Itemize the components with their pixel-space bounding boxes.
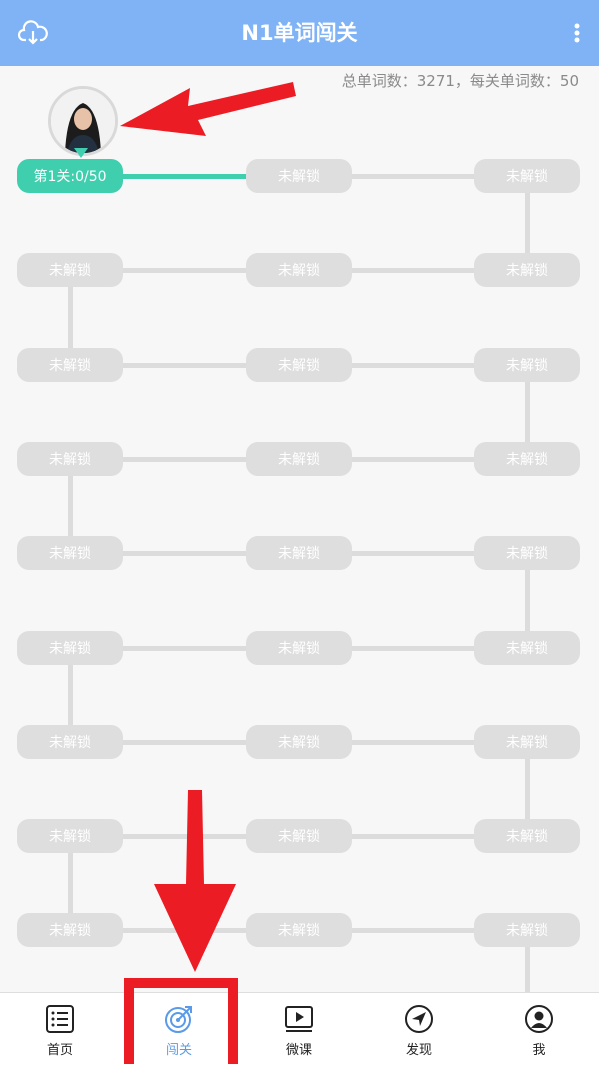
level-locked[interactable]: 未解锁 <box>17 913 123 947</box>
level-locked[interactable]: 未解锁 <box>474 442 580 476</box>
level-current[interactable]: 第1关:0/50 <box>17 159 123 193</box>
path-connector <box>123 646 246 651</box>
level-locked[interactable]: 未解锁 <box>474 536 580 570</box>
nav-home[interactable]: 首页 <box>0 993 120 1065</box>
level-locked[interactable]: 未解锁 <box>474 725 580 759</box>
path-connector <box>352 268 474 273</box>
level-locked[interactable]: 未解锁 <box>474 819 580 853</box>
path-connector <box>68 853 73 913</box>
nav-label: 发现 <box>405 1043 432 1058</box>
path-connector <box>68 476 73 536</box>
level-locked[interactable]: 未解锁 <box>474 253 580 287</box>
path-connector <box>123 363 246 368</box>
user-photo <box>51 89 115 153</box>
path-connector <box>352 363 474 368</box>
avatar-pointer <box>74 148 88 158</box>
level-locked[interactable]: 未解锁 <box>17 348 123 382</box>
user-icon <box>525 1005 553 1033</box>
path-connector <box>525 570 530 631</box>
path-connector <box>352 646 474 651</box>
path-connector <box>123 740 246 745</box>
path-connector <box>68 287 73 348</box>
level-locked[interactable]: 未解锁 <box>246 536 352 570</box>
path-connector <box>525 193 530 253</box>
nav-label: 我 <box>532 1043 546 1058</box>
level-locked[interactable]: 未解锁 <box>246 348 352 382</box>
level-locked[interactable]: 未解锁 <box>246 631 352 665</box>
nav-me[interactable]: 我 <box>479 993 599 1065</box>
path-connector <box>352 928 474 933</box>
path-connector <box>352 740 474 745</box>
path-connector <box>123 551 246 556</box>
path-connector <box>525 759 530 819</box>
level-locked[interactable]: 未解锁 <box>17 631 123 665</box>
level-locked[interactable]: 未解锁 <box>17 536 123 570</box>
list-icon <box>46 1005 74 1033</box>
level-locked[interactable]: 未解锁 <box>17 442 123 476</box>
path-connector <box>525 382 530 442</box>
path-connector <box>352 174 474 179</box>
level-locked[interactable]: 未解锁 <box>474 159 580 193</box>
avatar[interactable] <box>48 86 118 156</box>
annotation-arrow-avatar <box>120 82 296 136</box>
nav-discover[interactable]: 发现 <box>359 993 479 1065</box>
level-locked[interactable]: 未解锁 <box>17 253 123 287</box>
nav-micro-course[interactable]: 微课 <box>239 993 359 1065</box>
level-locked[interactable]: 未解锁 <box>246 725 352 759</box>
path-connector <box>123 268 246 273</box>
path-connector <box>123 174 246 179</box>
level-locked[interactable]: 未解锁 <box>246 819 352 853</box>
level-locked[interactable]: 未解锁 <box>246 913 352 947</box>
level-locked[interactable]: 未解锁 <box>474 631 580 665</box>
annotation-highlight-box <box>124 978 238 1064</box>
path-connector <box>525 947 530 992</box>
page-title: N1单词闯关 <box>241 21 358 45</box>
level-locked[interactable]: 未解锁 <box>17 819 123 853</box>
app-header: N1单词闯关 <box>0 0 599 66</box>
path-connector <box>123 457 246 462</box>
more-vertical-icon[interactable] <box>569 18 585 48</box>
nav-label: 首页 <box>46 1043 73 1058</box>
path-connector <box>352 457 474 462</box>
level-locked[interactable]: 未解锁 <box>246 159 352 193</box>
level-locked[interactable]: 未解锁 <box>474 348 580 382</box>
compass-icon <box>405 1005 433 1033</box>
path-connector <box>352 834 474 839</box>
path-connector <box>352 551 474 556</box>
level-locked[interactable]: 未解锁 <box>246 442 352 476</box>
path-connector <box>68 665 73 725</box>
level-locked[interactable]: 未解锁 <box>17 725 123 759</box>
level-locked[interactable]: 未解锁 <box>246 253 352 287</box>
nav-label: 微课 <box>285 1043 312 1058</box>
video-play-icon <box>285 1006 313 1032</box>
word-stats: 总单词数：3271，每关单词数：50 <box>341 72 579 90</box>
level-locked[interactable]: 未解锁 <box>474 913 580 947</box>
annotation-arrow-tab <box>154 790 236 972</box>
bottom-navigation: 首页 闯关 微课 发现 我 <box>0 992 599 1065</box>
